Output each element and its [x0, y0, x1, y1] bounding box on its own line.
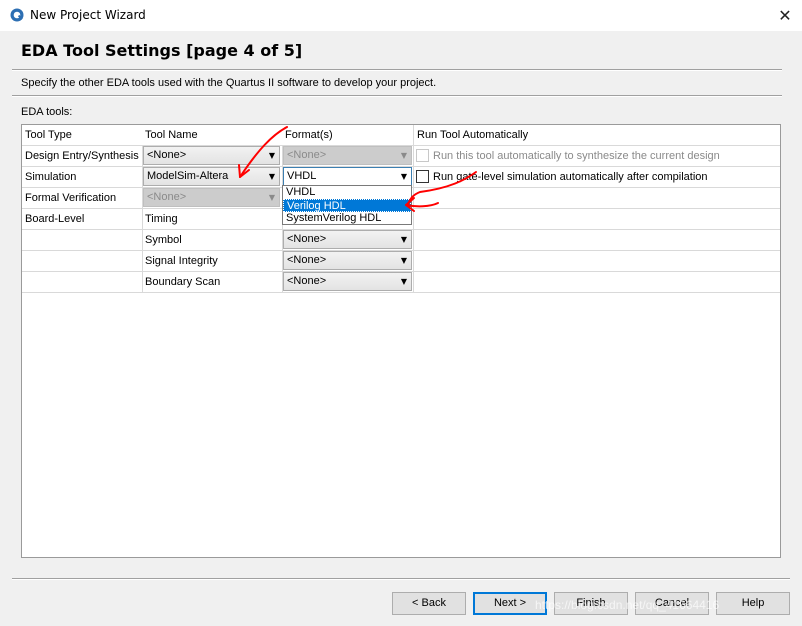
select-value: <None>	[147, 191, 187, 203]
watermark: https://blog.csdn.net/qq_41664416	[535, 598, 720, 612]
chevron-down-icon: ▼	[400, 151, 407, 160]
format-option-verilog-hdl[interactable]: Verilog HDL	[283, 199, 411, 212]
title-bar: New Project Wizard ✕	[0, 0, 802, 31]
tool-type-cell: Design Entry/Synthesis	[25, 150, 139, 162]
description-divider	[12, 95, 782, 97]
chevron-down-icon: ▼	[400, 277, 407, 286]
run-gate-level-label: Run gate-level simulation automatically …	[433, 171, 708, 183]
help-button[interactable]: Help	[716, 592, 790, 615]
tool-name-cell: Boundary Scan	[145, 276, 221, 288]
tool-type-cell: Simulation	[25, 171, 77, 183]
header-formats: Format(s)	[282, 125, 413, 145]
format-option-systemverilog-hdl[interactable]: SystemVerilog HDL	[283, 212, 411, 225]
table-row: Symbol <None> ▼	[22, 230, 780, 251]
chevron-down-icon: ▼	[268, 151, 275, 160]
back-button[interactable]: < Back	[392, 592, 466, 615]
table-row: Boundary Scan <None> ▼	[22, 272, 780, 293]
table-row: Signal Integrity <None> ▼	[22, 251, 780, 272]
tool-name-select[interactable]: <None> ▼	[143, 146, 280, 165]
chevron-down-icon: ▼	[400, 172, 407, 181]
header-run-automatically: Run Tool Automatically	[414, 125, 714, 145]
chevron-down-icon: ▼	[400, 235, 407, 244]
page-description: Specify the other EDA tools used with th…	[21, 77, 437, 89]
table-row: Design Entry/Synthesis <None> ▼ <None> ▼…	[22, 146, 780, 167]
quartus-logo-icon	[10, 8, 24, 22]
tool-name-select[interactable]: ModelSim-Altera ▼	[143, 167, 280, 186]
window-title: New Project Wizard	[30, 8, 146, 22]
tool-name-cell: Timing	[145, 213, 178, 225]
tool-type-cell: Formal Verification	[25, 192, 117, 204]
format-select[interactable]: VHDL ▼	[283, 167, 412, 186]
footer-divider	[12, 578, 790, 580]
select-value: <None>	[287, 254, 327, 266]
run-synthesis-label: Run this tool automatically to synthesiz…	[433, 150, 720, 162]
header-tool-name: Tool Name	[142, 125, 282, 145]
chevron-down-icon: ▼	[268, 193, 275, 202]
header-divider	[12, 69, 782, 71]
select-value: <None>	[287, 149, 327, 161]
chevron-down-icon: ▼	[400, 256, 407, 265]
tool-name-cell: Signal Integrity	[145, 255, 218, 267]
header-tool-type: Tool Type	[22, 125, 142, 145]
page-title: EDA Tool Settings [page 4 of 5]	[21, 41, 303, 60]
select-value: <None>	[287, 275, 327, 287]
select-value: <None>	[147, 149, 187, 161]
format-select[interactable]: <None> ▼	[283, 230, 412, 249]
format-select[interactable]: <None> ▼	[283, 251, 412, 270]
eda-tools-label: EDA tools:	[21, 106, 73, 118]
select-value: <None>	[287, 233, 327, 245]
select-value: VHDL	[287, 170, 317, 182]
run-gate-level-checkbox[interactable]	[416, 170, 429, 183]
close-button[interactable]: ✕	[768, 0, 802, 31]
chevron-down-icon: ▼	[268, 172, 275, 181]
format-select: <None> ▼	[283, 146, 412, 165]
tool-name-select: <None> ▼	[143, 188, 280, 207]
format-select[interactable]: <None> ▼	[283, 272, 412, 291]
table-header: Tool Type Tool Name Format(s) Run Tool A…	[22, 125, 780, 146]
run-synthesis-checkbox	[416, 149, 429, 162]
format-dropdown-list: VHDL Verilog HDL SystemVerilog HDL	[282, 185, 412, 225]
tool-type-cell: Board-Level	[25, 213, 85, 225]
select-value: ModelSim-Altera	[147, 170, 229, 182]
format-option-vhdl[interactable]: VHDL	[283, 186, 411, 199]
tool-name-cell: Symbol	[145, 234, 182, 246]
